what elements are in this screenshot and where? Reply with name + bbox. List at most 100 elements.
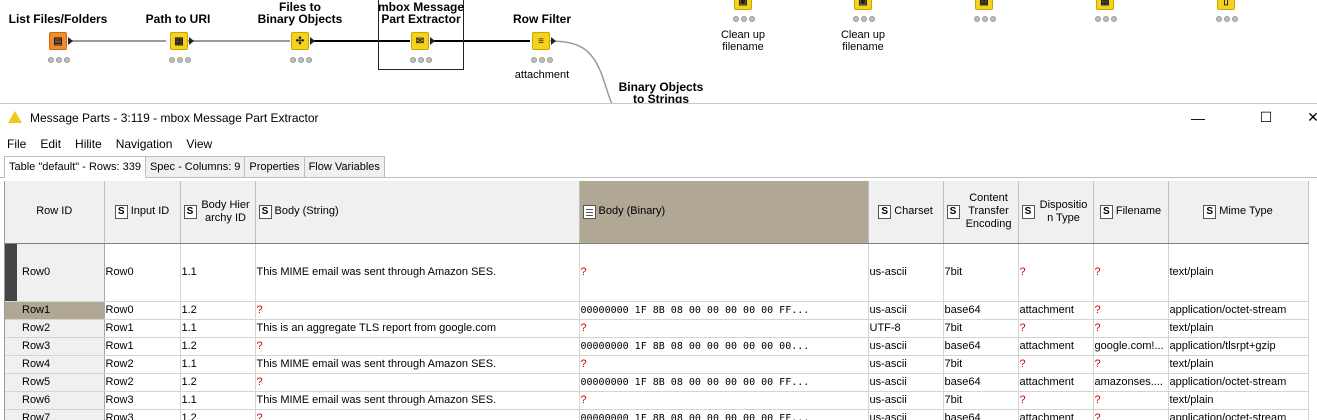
input-id-cell[interactable]: Row1 [104, 319, 181, 338]
charset-cell[interactable]: us-ascii [868, 373, 944, 392]
string-manipulation-icon[interactable]: ▣ [854, 0, 872, 10]
body-binary-cell[interactable]: ? [579, 355, 869, 374]
disposition-cell[interactable]: attachment [1018, 337, 1094, 356]
filename-cell[interactable]: ? [1093, 319, 1169, 338]
minimize-button[interactable]: — [1175, 104, 1221, 131]
mime-type-cell[interactable]: text/plain [1168, 355, 1309, 374]
string-manipulation-icon[interactable]: ▣ [734, 0, 752, 10]
disposition-cell[interactable]: attachment [1018, 409, 1094, 420]
charset-cell[interactable]: us-ascii [868, 301, 944, 320]
charset-cell[interactable]: UTF-8 [868, 319, 944, 338]
body-string-cell[interactable]: ? [255, 301, 580, 320]
menu-hilite[interactable]: Hilite [68, 133, 109, 155]
body-string-cell[interactable]: This MIME email was sent through Amazon … [255, 355, 580, 374]
menu-edit[interactable]: Edit [33, 133, 68, 155]
body-binary-cell[interactable]: 00000000 1F 8B 08 00 00 00 00 00 00... [579, 337, 869, 356]
body-binary-cell[interactable]: 00000000 1F 8B 08 00 00 00 00 00 FF... [579, 373, 869, 392]
hierarchy-id-cell[interactable]: 1.1 [180, 243, 256, 302]
encoding-cell[interactable]: 7bit [943, 391, 1019, 410]
mime-type-cell[interactable]: application/tlsrpt+gzip [1168, 337, 1309, 356]
node-icon[interactable]: ▯ [1217, 0, 1235, 10]
disposition-cell[interactable]: attachment [1018, 301, 1094, 320]
input-id-cell[interactable]: Row0 [104, 301, 181, 320]
column-header[interactable]: S Content Transfer Encoding [943, 181, 1019, 244]
table-row[interactable]: Row0 Row0 1.1 This MIME email was sent thro… [5, 243, 1309, 302]
table-row[interactable]: Row6 Row3 1.1 This MIME email was sent thro… [5, 391, 1309, 410]
filename-cell[interactable]: ? [1093, 391, 1169, 410]
charset-cell[interactable]: us-ascii [868, 409, 944, 420]
data-table[interactable]: Row ID S Input ID S Body Hier archy ID S Body … [4, 181, 1317, 420]
column-header[interactable]: Row ID [5, 181, 105, 244]
row-id[interactable]: Row5 [5, 373, 105, 392]
disposition-cell[interactable]: ? [1018, 355, 1094, 374]
window-titlebar[interactable]: Message Parts - 3:119 - mbox Message Par… [0, 104, 1317, 131]
row-id[interactable]: Row3 [5, 337, 105, 356]
close-button[interactable]: ✕ [1290, 104, 1317, 131]
encoding-cell[interactable]: base64 [943, 409, 1019, 420]
body-string-cell[interactable]: This MIME email was sent through Amazon … [255, 243, 580, 302]
binary-objects-icon[interactable]: ✣ [291, 32, 309, 50]
menu-view[interactable]: View [179, 133, 219, 155]
input-id-cell[interactable]: Row2 [104, 355, 181, 374]
filename-cell[interactable]: ? [1093, 409, 1169, 420]
encoding-cell[interactable]: base64 [943, 337, 1019, 356]
mime-type-cell[interactable]: application/octet-stream [1168, 373, 1309, 392]
row-id[interactable]: Row4 [5, 355, 105, 374]
filename-cell[interactable]: google.com!... [1093, 337, 1169, 356]
table-row[interactable]: Row4 Row2 1.1 This MIME email was sent thro… [5, 355, 1309, 374]
table-row[interactable]: Row2 Row1 1.1 This is an aggregate TLS repo… [5, 319, 1309, 338]
body-string-cell[interactable]: This MIME email was sent through Amazon … [255, 391, 580, 410]
menu-navigation[interactable]: Navigation [109, 133, 180, 155]
table-row[interactable]: Row3 Row1 1.2? 00000000 1F 8B 08 00 00 00 0… [5, 337, 1309, 356]
tab-properties[interactable]: Properties [244, 156, 305, 177]
body-string-cell[interactable]: ? [255, 409, 580, 420]
encoding-cell[interactable]: base64 [943, 301, 1019, 320]
column-header[interactable]: S Dispositio n Type [1018, 181, 1094, 244]
body-binary-cell[interactable]: ? [579, 243, 869, 302]
body-string-cell[interactable]: ? [255, 337, 580, 356]
hierarchy-id-cell[interactable]: 1.2 [180, 373, 256, 392]
body-string-cell[interactable]: This is an aggregate TLS report from goo… [255, 319, 580, 338]
column-header[interactable]: S Mime Type [1168, 181, 1309, 244]
maximize-button[interactable]: ☐ [1243, 104, 1289, 131]
path-uri-icon[interactable]: ▦ [170, 32, 188, 50]
menu-file[interactable]: File [0, 133, 33, 155]
tab-table[interactable]: Table "default" - Rows: 339 [4, 156, 146, 178]
hierarchy-id-cell[interactable]: 1.2 [180, 409, 256, 420]
body-string-cell[interactable]: ? [255, 373, 580, 392]
table-row[interactable]: Row5 Row2 1.2? 00000000 1F 8B 08 00 00 00 0… [5, 373, 1309, 392]
encoding-cell[interactable]: 7bit [943, 243, 1019, 302]
tab-spec[interactable]: Spec - Columns: 9 [144, 156, 246, 177]
charset-cell[interactable]: us-ascii [868, 391, 944, 410]
row-filter-icon[interactable]: ≡ [532, 32, 550, 50]
body-binary-cell[interactable]: ? [579, 319, 869, 338]
node-icon[interactable]: ▦ [1096, 0, 1114, 10]
output-port[interactable] [310, 37, 315, 45]
charset-cell[interactable]: us-ascii [868, 337, 944, 356]
charset-cell[interactable]: us-ascii [868, 243, 944, 302]
filename-cell[interactable]: ? [1093, 243, 1169, 302]
disposition-cell[interactable]: ? [1018, 391, 1094, 410]
table-row[interactable]: Row1 Row0 1.2? 00000000 1F 8B 08 00 00 00 0… [5, 301, 1309, 320]
disposition-cell[interactable]: attachment [1018, 373, 1094, 392]
mime-type-cell[interactable]: text/plain [1168, 391, 1309, 410]
mime-type-cell[interactable]: application/octet-stream [1168, 301, 1309, 320]
charset-cell[interactable]: us-ascii [868, 355, 944, 374]
column-header[interactable]: S Body (String) [255, 181, 580, 244]
row-id[interactable]: Row2 [5, 319, 105, 338]
filename-cell[interactable]: ? [1093, 355, 1169, 374]
body-binary-cell[interactable]: ? [579, 391, 869, 410]
tab-flow-variables[interactable]: Flow Variables [303, 156, 385, 177]
column-header[interactable]: Body (Binary) [579, 181, 869, 244]
output-port[interactable] [68, 37, 73, 45]
input-id-cell[interactable]: Row0 [104, 243, 181, 302]
mime-type-cell[interactable]: application/octet-stream [1168, 409, 1309, 420]
mbox-extractor-icon[interactable]: ✉ [411, 32, 429, 50]
row-id[interactable]: Row0 [5, 243, 105, 302]
column-header[interactable]: S Filename [1093, 181, 1169, 244]
row-id[interactable]: Row1 [5, 301, 105, 320]
node-icon[interactable]: ▦ [975, 0, 993, 10]
row-id[interactable]: Row6 [5, 391, 105, 410]
input-id-cell[interactable]: Row3 [104, 391, 181, 410]
filename-cell[interactable]: ? [1093, 301, 1169, 320]
